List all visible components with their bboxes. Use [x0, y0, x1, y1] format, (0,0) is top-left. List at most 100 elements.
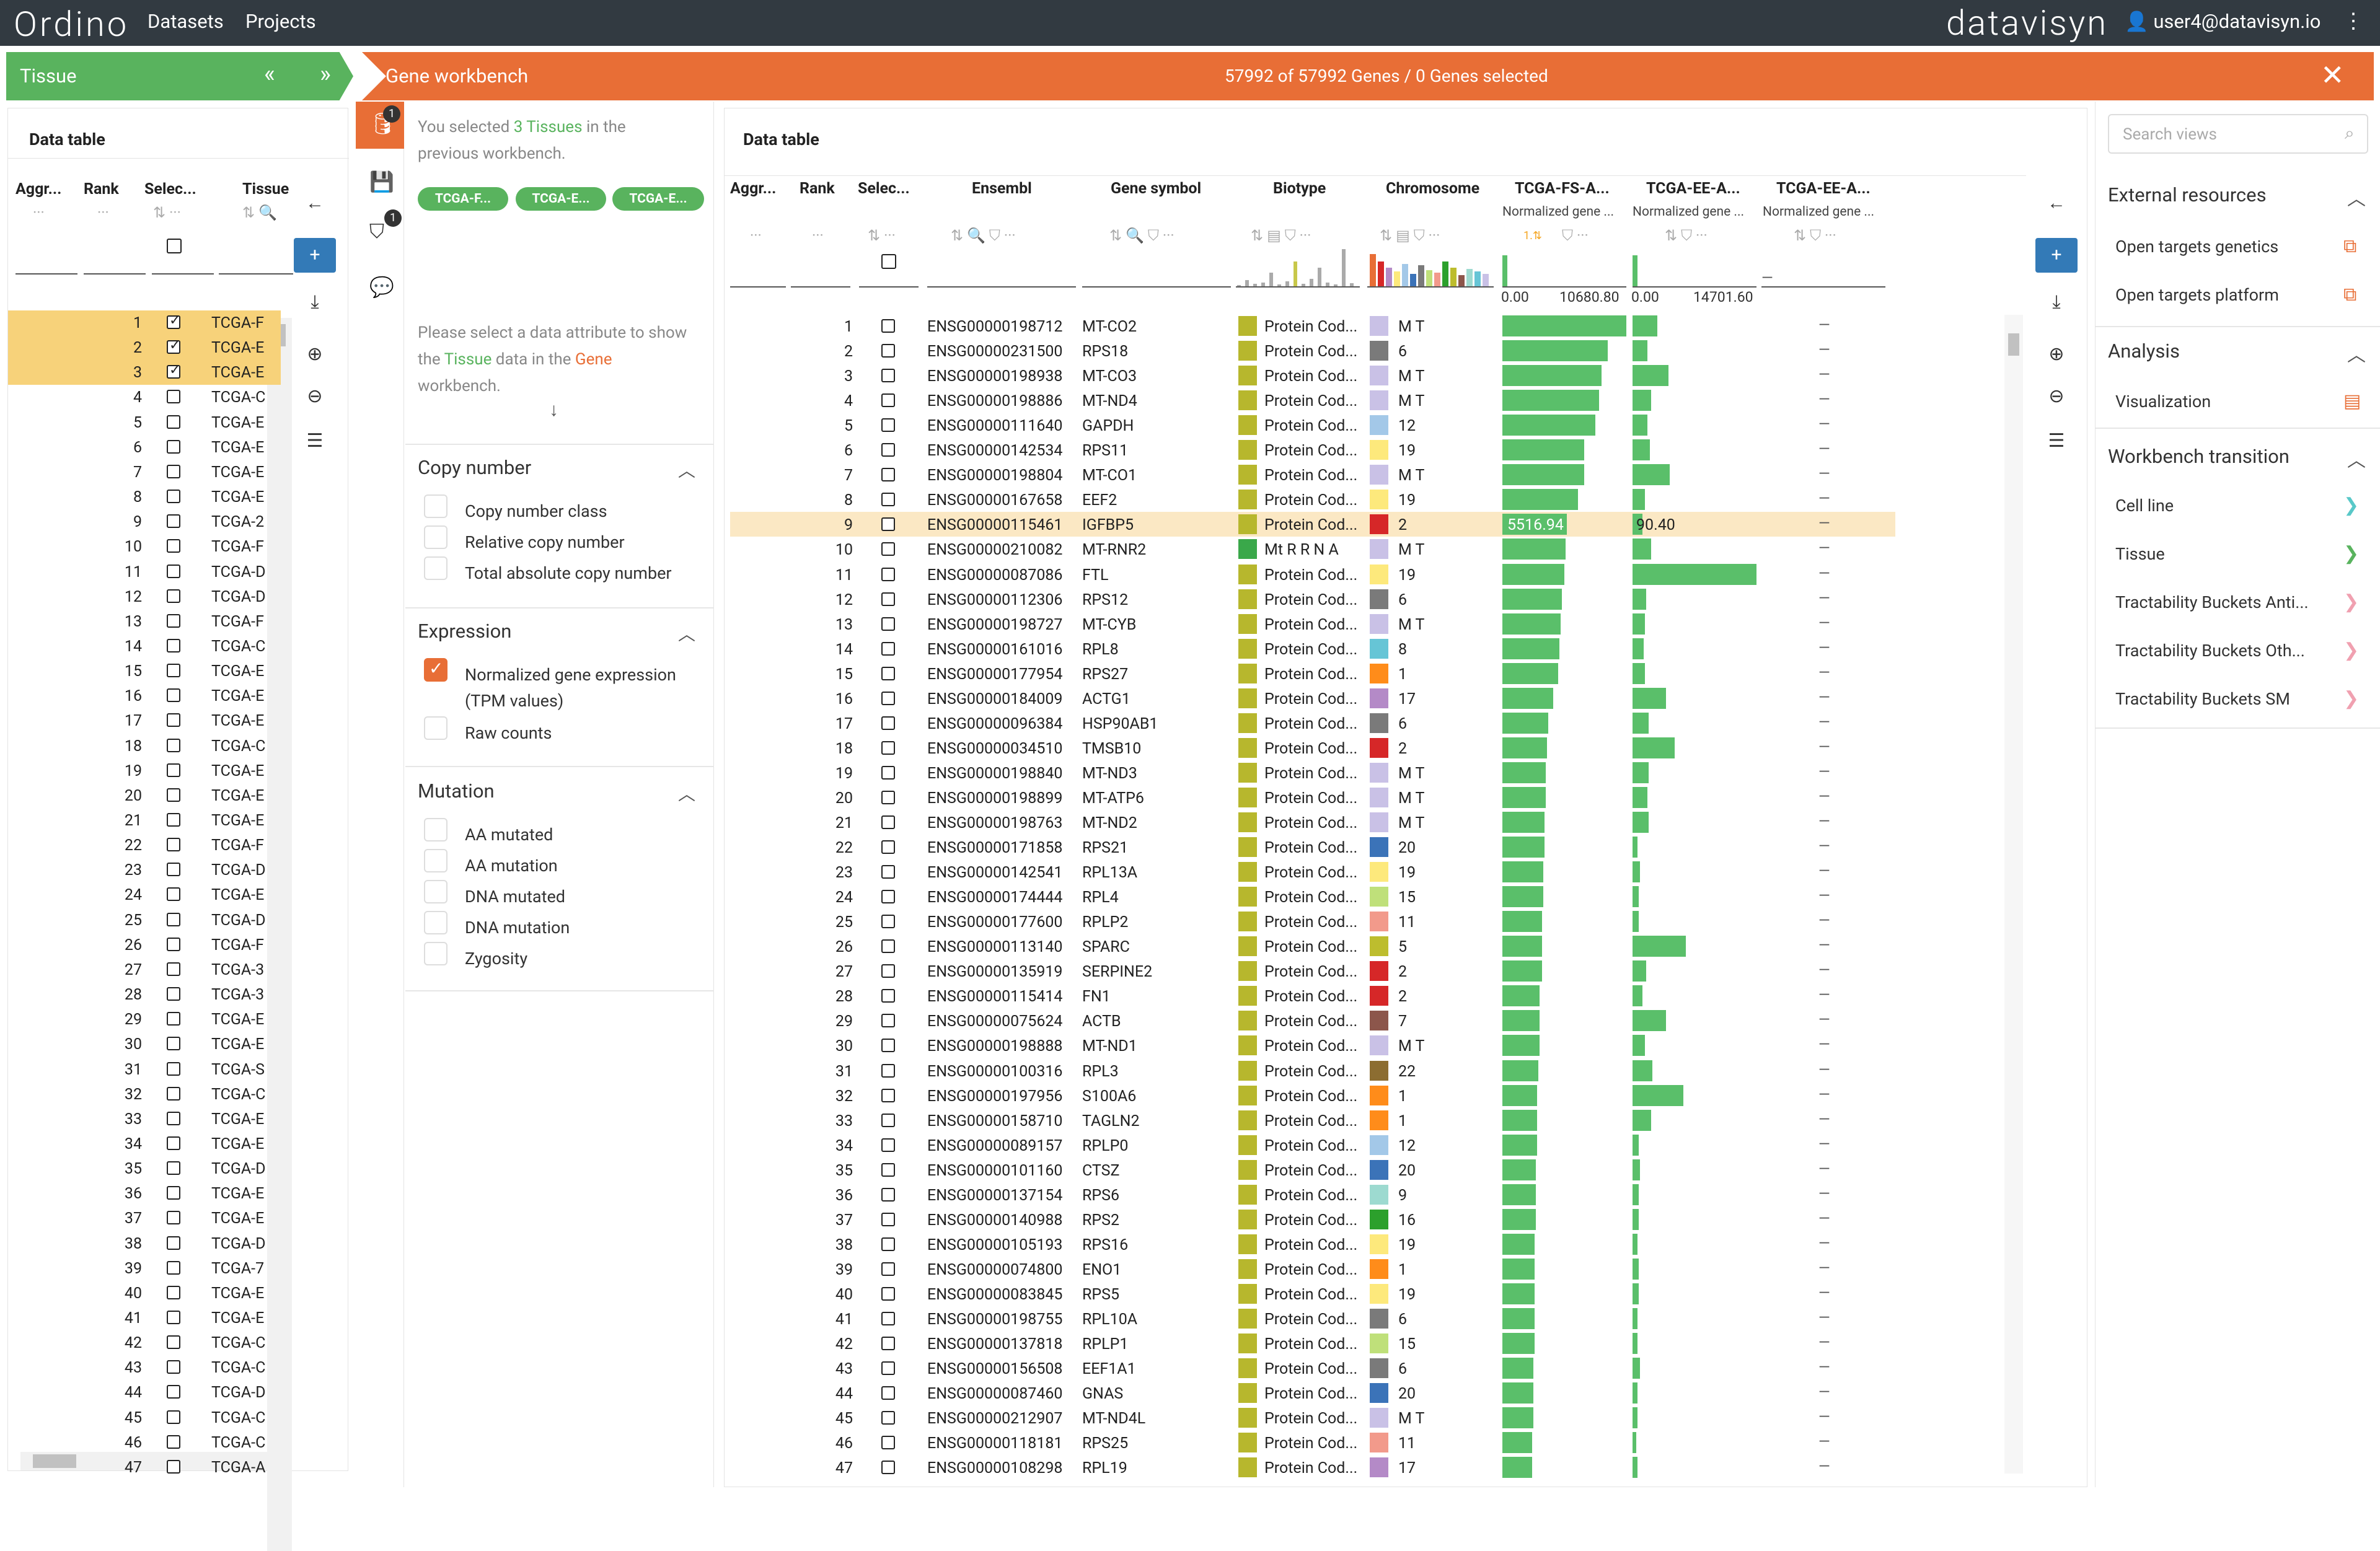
column-tools-icon[interactable]: ··· — [812, 227, 824, 244]
chevron-icon[interactable]: ❯ — [2343, 639, 2359, 661]
row-checkbox[interactable] — [881, 1262, 895, 1276]
row-checkbox[interactable] — [881, 939, 895, 954]
zoom-out-icon[interactable]: ⊖ — [2035, 379, 2078, 414]
attribute-checkbox[interactable] — [424, 658, 447, 682]
add-view-button[interactable]: + — [2035, 238, 2078, 273]
row-checkbox[interactable] — [167, 763, 180, 777]
user-menu[interactable]: 👤 user4@datavisyn.io — [2125, 10, 2320, 33]
row-checkbox[interactable] — [167, 1260, 180, 1275]
tissue-workbench-header[interactable]: Tissue « » — [6, 52, 353, 100]
row-checkbox[interactable] — [881, 1014, 895, 1028]
chevron-icon[interactable]: ❯ — [2343, 591, 2359, 613]
row-checkbox[interactable] — [167, 1186, 180, 1200]
row-checkbox[interactable] — [881, 740, 895, 755]
attribute-checkbox[interactable] — [424, 911, 447, 934]
tissue-pill[interactable]: TCGA-E... — [516, 187, 606, 211]
row-checkbox[interactable] — [167, 415, 180, 429]
row-checkbox[interactable] — [167, 688, 180, 703]
row-checkbox[interactable] — [881, 815, 895, 829]
attribute-checkbox[interactable] — [424, 942, 447, 965]
row-checkbox[interactable] — [881, 418, 895, 433]
attribute-label[interactable]: Normalized gene expression (TPM values) — [465, 662, 694, 714]
row-checkbox[interactable] — [881, 1286, 895, 1301]
row-checkbox[interactable] — [167, 838, 180, 852]
attribute-label[interactable]: DNA mutation — [465, 915, 694, 941]
column-tools-icon[interactable]: ⇅ ··· — [868, 227, 896, 244]
row-checkbox[interactable] — [167, 1211, 180, 1225]
row-checkbox[interactable] — [167, 490, 180, 504]
row-checkbox[interactable] — [167, 313, 180, 329]
section-title-workbench-transition[interactable]: Workbench transition — [2108, 445, 2290, 468]
close-icon[interactable]: ✕ — [2320, 58, 2345, 92]
nav-datasets[interactable]: Datasets — [148, 10, 224, 33]
chevron-up-icon[interactable]: ︿ — [678, 781, 695, 806]
attribute-label[interactable]: AA mutation — [465, 853, 694, 879]
row-checkbox[interactable] — [881, 1237, 895, 1251]
row-checkbox[interactable] — [881, 666, 895, 680]
section-title-analysis[interactable]: Analysis — [2108, 340, 2180, 362]
column-tools-icon[interactable]: ⇅ ▤ ⛉ ··· — [1251, 227, 1311, 244]
row-checkbox[interactable] — [167, 1435, 180, 1449]
row-checkbox[interactable] — [881, 1411, 895, 1425]
row-checkbox[interactable] — [167, 589, 180, 603]
row-checkbox[interactable] — [167, 1136, 180, 1150]
section-title-expression[interactable]: Expression — [418, 620, 511, 643]
row-checkbox[interactable] — [167, 738, 180, 752]
row-checkbox[interactable] — [167, 1285, 180, 1299]
view-item[interactable]: Tractability Buckets SM — [2115, 689, 2326, 709]
row-checkbox[interactable] — [881, 989, 895, 1003]
view-item[interactable]: Open targets platform — [2115, 285, 2326, 305]
row-checkbox[interactable] — [881, 1312, 895, 1325]
col-rank[interactable]: Rank — [84, 180, 127, 198]
section-title-copy-number[interactable]: Copy number — [418, 456, 531, 479]
row-checkbox[interactable] — [167, 514, 180, 529]
attribute-label[interactable]: AA mutated — [465, 822, 694, 848]
row-checkbox[interactable] — [881, 617, 895, 631]
download-icon[interactable]: ⤓ — [294, 285, 336, 320]
row-checkbox[interactable] — [881, 1386, 895, 1400]
column-tools-icon[interactable]: ⇅ 🔍 ⛉ ··· — [951, 227, 1016, 244]
row-checkbox[interactable] — [167, 863, 180, 877]
row-checkbox[interactable] — [167, 664, 180, 678]
row-checkbox[interactable] — [167, 638, 180, 652]
select-all-checkbox[interactable] — [167, 239, 182, 253]
row-checkbox[interactable] — [881, 890, 895, 904]
row-checkbox[interactable] — [167, 887, 180, 902]
row-checkbox[interactable] — [881, 716, 895, 730]
row-checkbox[interactable] — [881, 1436, 895, 1450]
col-tissue[interactable]: Tissue — [242, 180, 292, 198]
view-item[interactable]: Tractability Buckets Anti... — [2115, 592, 2326, 612]
row-checkbox[interactable] — [881, 691, 895, 705]
column-tools-icon[interactable]: ⇅ ⛉ ··· — [1794, 227, 1836, 244]
view-item[interactable]: Tractability Buckets Oth... — [2115, 641, 2326, 661]
section-title-external-resources[interactable]: External resources — [2108, 183, 2267, 206]
view-item[interactable]: Tissue — [2115, 544, 2326, 564]
col-b1[interactable]: TCGA-FS-A... — [1515, 180, 1620, 198]
more-icon[interactable]: ··· — [97, 204, 109, 221]
row-checkbox[interactable] — [881, 542, 895, 556]
search-views-input[interactable]: Search views ⌕ — [2108, 114, 2368, 154]
collapse-left-icon[interactable]: « — [264, 61, 275, 88]
chevron-up-icon[interactable]: ︿ — [2347, 340, 2366, 367]
view-item[interactable]: Visualization — [2115, 392, 2326, 411]
row-checkbox[interactable] — [167, 937, 180, 951]
tissue-pill[interactable]: TCGA-F... — [418, 187, 508, 211]
row-checkbox[interactable] — [167, 1311, 180, 1324]
row-checkbox[interactable] — [881, 765, 895, 780]
zoom-in-icon[interactable]: ⊕ — [2035, 337, 2078, 372]
view-item[interactable]: Cell line — [2115, 496, 2326, 516]
row-checkbox[interactable] — [167, 1410, 180, 1424]
attribute-label[interactable]: Copy number class — [465, 498, 694, 524]
row-checkbox[interactable] — [881, 1138, 895, 1152]
row-checkbox[interactable] — [881, 393, 895, 408]
row-checkbox[interactable] — [167, 1012, 180, 1026]
chevron-up-icon[interactable]: ︿ — [678, 457, 695, 482]
external-link-icon[interactable]: ⧉ — [2343, 235, 2356, 257]
row-checkbox[interactable] — [881, 468, 895, 482]
row-checkbox[interactable] — [167, 713, 180, 727]
back-arrow-icon[interactable]: ← — [2035, 186, 2078, 221]
external-link-icon[interactable]: ⧉ — [2343, 284, 2356, 305]
save-icon[interactable]: 💾 — [369, 170, 394, 193]
attribute-checkbox[interactable] — [424, 716, 447, 740]
row-checkbox[interactable] — [881, 1212, 895, 1226]
